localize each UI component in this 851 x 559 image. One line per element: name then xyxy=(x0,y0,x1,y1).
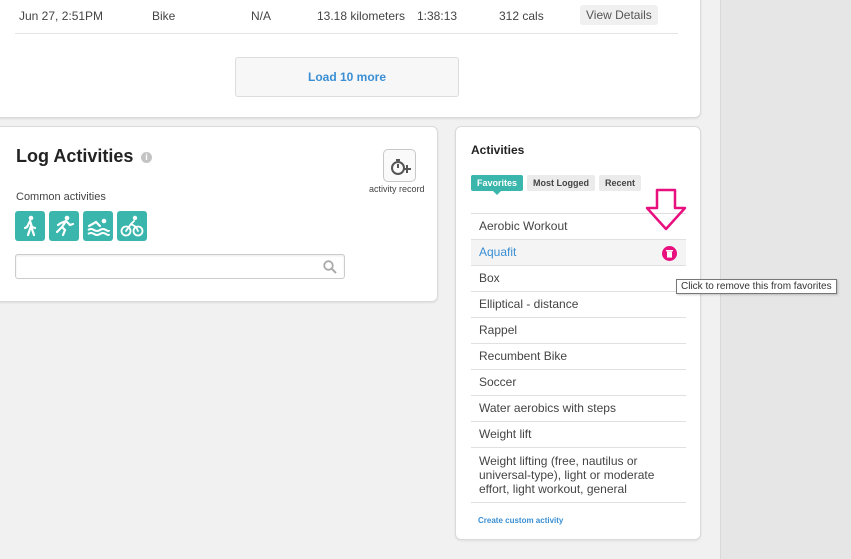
stopwatch-plus-icon xyxy=(391,159,411,175)
remove-favorite-button[interactable] xyxy=(662,246,677,261)
list-item-label: Aquafit xyxy=(479,245,517,259)
list-item-hovered[interactable]: Aquafit xyxy=(471,240,686,266)
activity-record-label: activity record xyxy=(369,184,425,194)
list-item[interactable]: Elliptical - distance xyxy=(471,292,686,318)
walking-icon[interactable] xyxy=(15,211,45,241)
view-details-button[interactable]: View Details xyxy=(580,5,658,25)
page-title: Log Activities xyxy=(16,146,134,166)
load-more-button[interactable]: Load 10 more xyxy=(235,57,459,97)
list-item[interactable]: Rappel xyxy=(471,318,686,344)
activity-search-input[interactable] xyxy=(15,254,345,279)
trash-icon xyxy=(666,250,673,258)
activity-duration: 1:38:13 xyxy=(417,9,458,23)
cycling-icon[interactable] xyxy=(117,211,147,241)
activities-title: Activities xyxy=(471,143,525,157)
activity-type: Bike xyxy=(152,9,176,23)
activity-date: Jun 27, 2:51PM xyxy=(19,9,104,23)
tab-favorites[interactable]: Favorites xyxy=(471,175,524,195)
list-item[interactable]: Weight lifting (free, nautilus or univer… xyxy=(471,448,686,503)
search-icon[interactable] xyxy=(323,260,337,279)
activity-record-button[interactable] xyxy=(383,149,416,182)
down-arrow-annotation-icon xyxy=(645,188,687,237)
activities-tabs: Favorites Most Logged Recent xyxy=(471,175,642,195)
log-activities-card: Log Activities i activity record Common … xyxy=(0,126,438,302)
swimming-icon[interactable] xyxy=(83,211,113,241)
activity-distance: 13.18 kilometers xyxy=(317,9,406,23)
remove-favorite-tooltip: Click to remove this from favorites xyxy=(676,279,837,294)
common-activities-icons xyxy=(15,211,147,241)
info-icon[interactable]: i xyxy=(141,152,152,163)
table-row[interactable]: Jun 27, 2:51PM Bike N/A 13.18 kilometers… xyxy=(15,1,678,34)
running-icon[interactable] xyxy=(49,211,79,241)
favorites-list: Aerobic Workout Aquafit Box Elliptical -… xyxy=(471,213,686,503)
list-item[interactable]: Water aerobics with steps xyxy=(471,396,686,422)
list-item[interactable]: Box xyxy=(471,266,686,292)
create-custom-activity-link[interactable]: Create custom activity xyxy=(478,516,563,525)
list-item[interactable]: Recumbent Bike xyxy=(471,344,686,370)
tab-recent[interactable]: Recent xyxy=(599,175,642,191)
common-activities-label: Common activities xyxy=(16,191,106,203)
activity-calories: 312 cals xyxy=(499,9,544,23)
tab-most-logged[interactable]: Most Logged xyxy=(527,175,596,191)
list-item[interactable]: Soccer xyxy=(471,370,686,396)
activity-steps: N/A xyxy=(251,9,272,23)
recent-activities-card: Jun 27, 2:51PM Bike N/A 13.18 kilometers… xyxy=(0,0,701,118)
list-item[interactable]: Weight lift xyxy=(471,422,686,448)
